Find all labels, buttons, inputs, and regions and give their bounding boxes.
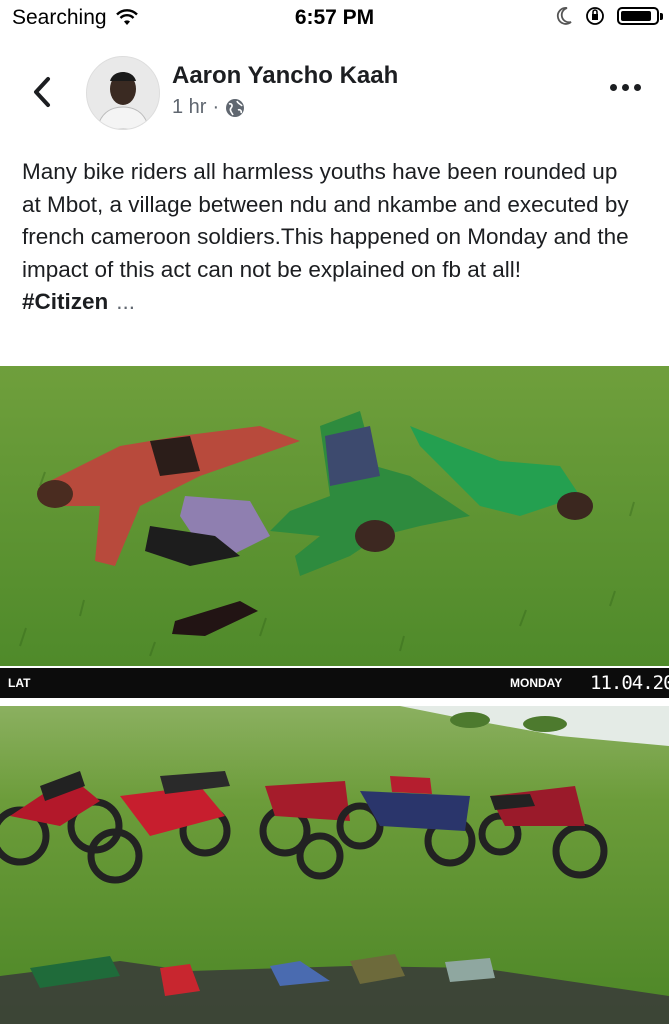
status-bar: Searching 6:57 PM <box>0 0 669 38</box>
photo-caption-bar: LAT MONDAY 11.04.2019 <box>0 668 669 698</box>
hashtag-link[interactable]: #Citizen <box>22 289 108 314</box>
battery-icon <box>617 7 663 25</box>
status-right <box>555 6 663 26</box>
see-more-link[interactable]: ... <box>116 289 135 314</box>
post-photo-2[interactable] <box>0 706 669 1024</box>
meta-separator: · <box>212 96 220 118</box>
post-body: Many bike riders all harmless youths hav… <box>22 156 642 319</box>
post-photo-1[interactable] <box>0 366 669 666</box>
photo-1-image <box>0 366 669 666</box>
chevron-left-icon[interactable] <box>28 74 58 110</box>
post-header: Aaron Yancho Kaah 1 hr · <box>0 52 669 132</box>
avatar-image <box>87 57 159 129</box>
globe-icon <box>226 98 245 117</box>
time-ago[interactable]: 1 hr <box>172 96 206 119</box>
moon-icon <box>556 7 572 25</box>
caption-day: MONDAY <box>510 676 563 690</box>
post-meta: 1 hr · <box>172 96 245 119</box>
photo-2-image <box>0 706 669 1024</box>
orientation-lock-icon <box>586 7 604 25</box>
author-name[interactable]: Aaron Yancho Kaah <box>172 62 398 90</box>
post-text: Many bike riders all harmless youths hav… <box>22 159 629 282</box>
caption-date: 11.04.2019 <box>590 672 669 694</box>
avatar[interactable] <box>86 56 160 130</box>
caption-left: LAT <box>8 676 31 690</box>
more-dots-icon[interactable] <box>610 84 641 91</box>
